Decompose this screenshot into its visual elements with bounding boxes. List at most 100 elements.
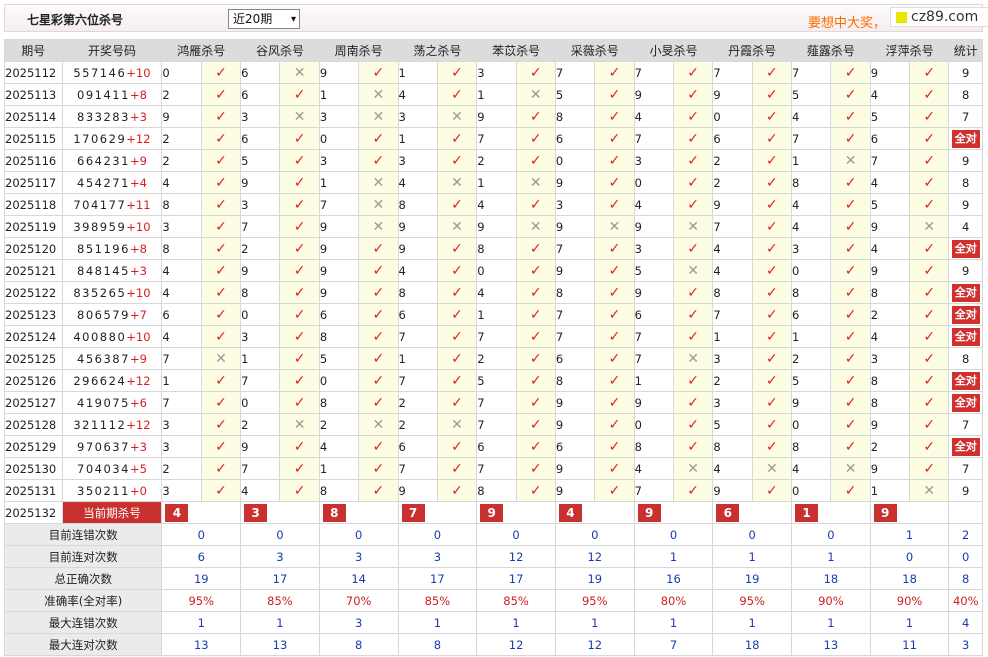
period-cell: 2025115 <box>4 127 63 150</box>
check-icon: ✓ <box>923 240 936 257</box>
promo-link[interactable]: 要想中大奖， <box>808 12 886 31</box>
stats-value: 8 <box>397 633 478 656</box>
kill-value-cell: 4 <box>869 325 911 348</box>
logo-text: cz89.com <box>911 9 979 25</box>
kill-value-cell: 2 <box>161 457 202 480</box>
cross-icon: ✕ <box>529 86 542 103</box>
stats-row: 总正确次数 19 17 14 17 17 19 16 19 18 18 8 <box>3 567 983 590</box>
kill-value-cell: 5 <box>318 347 360 370</box>
result-cell: ✓ <box>672 303 714 326</box>
draw-numbers-cell: 321112+12 <box>61 413 163 436</box>
stats-tally: 8 <box>948 567 983 590</box>
kill-value-cell: 2 <box>318 413 360 436</box>
check-icon: ✓ <box>293 350 306 367</box>
table-row: 2025119 398959+10 3 ✓ 7 ✓ 9 ✕ 9 ✕ 9 ✕ 9 ✕ 9 ✕ 7 ✓ 4 ✓ 9 ✕ 4 <box>4 215 983 238</box>
result-cell: ✓ <box>515 193 556 216</box>
draw-numbers-cell: 170629+12 <box>61 127 163 150</box>
result-cell: ✓ <box>515 457 556 480</box>
kill-value-cell: 9 <box>633 83 674 106</box>
result-cell: ✕ <box>672 215 714 238</box>
draw-numbers: 454271 <box>77 175 130 190</box>
kill-value-cell: 3 <box>161 215 202 238</box>
period-cell: 2025122 <box>4 281 63 304</box>
result-cell: ✓ <box>672 237 714 260</box>
draw-numbers: 557146 <box>73 65 127 80</box>
current-kill-number: 9 <box>873 504 897 522</box>
kill-value-cell: 2 <box>161 149 202 172</box>
period-cell: 2025114 <box>4 105 63 128</box>
table-row: 2025127 419075+6 7 ✓ 0 ✓ 8 ✓ 2 ✓ 7 ✓ 9 ✓ 9 ✓ 3 ✓ 9 ✓ 8 ✓ 全对 <box>4 391 983 414</box>
result-cell: ✓ <box>751 435 793 458</box>
stats-value: 6 <box>161 545 242 568</box>
current-kill-cell: 3 <box>240 501 320 524</box>
result-cell: ✕ <box>436 215 478 238</box>
all-correct-badge: 全对 <box>951 327 980 346</box>
column-header: 浮萍杀号 <box>869 39 950 62</box>
stats-value: 1 <box>712 545 793 568</box>
kill-value-cell: 8 <box>318 479 360 502</box>
result-cell: ✓ <box>200 215 242 238</box>
check-icon: ✓ <box>372 284 385 301</box>
check-icon: ✓ <box>687 394 700 411</box>
result-cell: ✓ <box>515 369 556 392</box>
check-icon: ✓ <box>844 328 857 345</box>
stats-value: 3 <box>318 545 399 568</box>
result-cell: ✓ <box>909 435 950 458</box>
check-icon: ✓ <box>844 262 857 279</box>
cross-icon: ✕ <box>687 218 700 235</box>
kill-value-cell: 9 <box>554 457 596 480</box>
check-icon: ✓ <box>529 438 542 455</box>
period-select[interactable]: 近20期 ▾ <box>228 9 300 29</box>
cross-icon: ✕ <box>529 218 542 235</box>
result-cell: ✓ <box>279 259 320 282</box>
table-row: 2025129 970637+3 3 ✓ 9 ✓ 4 ✓ 6 ✓ 6 ✓ 6 ✓ 8 ✓ 8 ✓ 8 ✓ 2 ✓ 全对 <box>4 435 983 458</box>
kill-value-cell: 6 <box>633 303 674 326</box>
kill-value-cell: 9 <box>554 479 596 502</box>
stats-value: 3 <box>240 545 320 568</box>
kill-value-cell: 0 <box>318 369 360 392</box>
draw-numbers: 321112 <box>73 417 127 432</box>
table-row: 2025120 851196+8 8 ✓ 2 ✓ 9 ✓ 9 ✓ 8 ✓ 7 ✓ 3 ✓ 4 ✓ 3 ✓ 4 ✓ 全对 <box>4 237 983 260</box>
result-cell: ✓ <box>358 303 399 326</box>
draw-numbers-cell: 350211+0 <box>61 479 163 502</box>
stats-value: 11 <box>869 633 950 656</box>
period-cell: 2025129 <box>4 435 63 458</box>
tally-cell: 7 <box>948 457 983 480</box>
kill-value-cell: 7 <box>633 479 674 502</box>
draw-sum: +8 <box>129 87 147 102</box>
result-cell: ✓ <box>830 259 871 282</box>
check-icon: ✓ <box>844 196 857 213</box>
kill-value-cell: 9 <box>318 215 360 238</box>
check-icon: ✓ <box>529 108 542 125</box>
check-icon: ✓ <box>372 438 385 455</box>
stats-value: 12 <box>554 545 635 568</box>
check-icon: ✓ <box>451 240 463 257</box>
result-cell: ✓ <box>436 391 478 414</box>
check-icon: ✓ <box>687 372 700 389</box>
draw-sum: +5 <box>129 461 147 476</box>
check-icon: ✓ <box>923 196 936 213</box>
result-cell: ✓ <box>358 325 399 348</box>
result-cell: ✓ <box>515 281 556 304</box>
result-cell: ✓ <box>594 479 635 502</box>
result-cell: ✓ <box>830 347 871 370</box>
result-cell: ✓ <box>436 83 478 106</box>
column-header: 丹霞杀号 <box>712 39 793 62</box>
check-icon: ✓ <box>215 152 227 169</box>
check-icon: ✓ <box>215 372 227 389</box>
result-cell: ✓ <box>515 391 556 414</box>
period-select-value: 近20期 <box>233 12 273 26</box>
kill-value-cell: 1 <box>161 369 202 392</box>
current-kill-cell: 6 <box>712 501 793 524</box>
check-icon: ✓ <box>844 86 857 103</box>
result-cell: ✓ <box>909 237 950 260</box>
cross-icon: ✕ <box>451 218 463 235</box>
site-logo[interactable]: cz89.com <box>890 7 988 27</box>
draw-sum: +10 <box>126 329 151 344</box>
result-cell: ✓ <box>830 193 871 216</box>
kill-value-cell: 9 <box>869 61 911 84</box>
check-icon: ✓ <box>765 240 778 257</box>
kill-value-cell: 2 <box>397 413 438 436</box>
check-icon: ✓ <box>215 394 227 411</box>
kill-value-cell: 8 <box>318 391 360 414</box>
